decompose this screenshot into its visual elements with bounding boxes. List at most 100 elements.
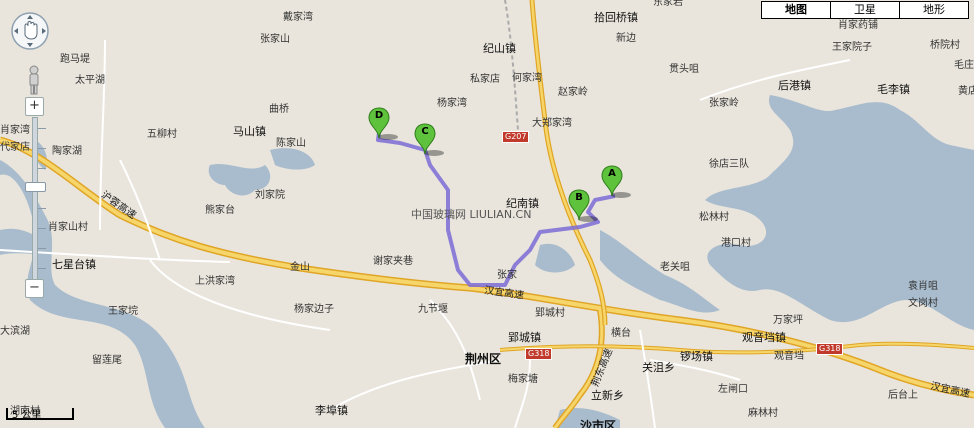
place-label: 刘家院	[255, 190, 285, 201]
place-label: 陶家湖	[52, 146, 82, 157]
zoom-slider-thumb[interactable]	[25, 182, 46, 192]
zoom-level-tick	[38, 208, 46, 209]
place-label: 老关咀	[660, 262, 690, 273]
place-label: 袁肖咀	[908, 281, 938, 292]
place-label: 赵家岭	[558, 87, 588, 98]
zoom-level-tick	[38, 228, 46, 229]
place-label: 肖家药铺	[838, 20, 878, 31]
place-label: 沙市区	[580, 419, 617, 428]
place-label: 立新乡	[591, 389, 624, 402]
place-label: 金山	[290, 262, 310, 273]
place-label: 曲桥	[269, 104, 289, 115]
place-label: 跑马堤	[60, 54, 90, 65]
place-label: 关沮乡	[642, 361, 675, 374]
place-label: 杨家边子	[294, 304, 334, 315]
place-label: 马山镇	[233, 125, 266, 138]
place-label: 大滨湖	[0, 326, 30, 337]
place-label: 王家院子	[832, 42, 872, 53]
place-label: 东家岩	[653, 0, 683, 8]
place-label: 松林村	[699, 212, 729, 223]
scale-tick	[6, 408, 8, 420]
map-canvas[interactable]: 沪蓉高速 汉宜高速 汉宜高速 荆东高速 G207 G318 G318 中国玻璃网…	[0, 0, 974, 428]
place-label: 谢家夹巷	[373, 256, 413, 267]
place-label: 观音垱	[774, 351, 804, 362]
road-g207	[529, 0, 608, 326]
changhu-lake	[705, 95, 974, 330]
scale-label: 5 公里	[12, 410, 42, 421]
place-label: 张家	[497, 270, 517, 281]
marker-d[interactable]: D	[368, 107, 398, 141]
place-label: 七星台镇	[52, 258, 96, 271]
shield-g207: G207	[502, 131, 530, 143]
zoom-level-tick	[38, 268, 46, 269]
lake-mashan-2	[270, 148, 315, 170]
place-label: 肖家山村	[48, 222, 88, 233]
place-label: 太平湖	[75, 75, 105, 86]
place-label: 郢城镇	[508, 331, 541, 344]
place-label: 大郑家湾	[532, 118, 572, 129]
place-label: 万家坪	[773, 315, 803, 326]
map-type-map-button[interactable]: 地图	[762, 2, 831, 18]
lake-jinan	[535, 243, 575, 273]
place-label: 后港镇	[778, 79, 811, 92]
zoom-level-tick	[38, 128, 46, 129]
place-label: 纪山镇	[483, 42, 516, 55]
marker-letter: C	[421, 126, 429, 137]
place-label: 麻林村	[748, 408, 778, 419]
place-label: 毛庄	[954, 60, 974, 71]
place-label: 毛李镇	[877, 83, 910, 96]
marker-a[interactable]: A	[601, 165, 631, 199]
place-label: 桥院村	[930, 40, 960, 51]
shield-g318-west: G318	[525, 348, 553, 360]
place-label: 梅家塘	[508, 374, 538, 385]
place-label: 锣场镇	[680, 350, 713, 363]
map-type-terrain-button[interactable]: 地形	[900, 2, 968, 18]
marker-b[interactable]: B	[568, 189, 598, 223]
scale-tick	[72, 408, 74, 420]
place-label: 郢城村	[535, 308, 565, 319]
place-label: 新边	[616, 33, 636, 44]
place-label: 拾回桥镇	[594, 11, 638, 24]
marker-letter: D	[374, 110, 384, 121]
marker-c[interactable]: C	[414, 123, 444, 157]
zoom-control: + −	[25, 65, 46, 305]
place-label: 后台上	[888, 390, 918, 401]
pan-control[interactable]	[10, 11, 50, 51]
zoom-out-button[interactable]: −	[25, 279, 44, 298]
place-label: 私家店	[470, 74, 500, 85]
place-label: 横台	[611, 328, 631, 339]
street-view-pegman-icon[interactable]	[27, 65, 41, 95]
map-type-satellite-button[interactable]: 卫星	[831, 2, 900, 18]
shield-g318-east: G318	[816, 343, 844, 355]
zoom-in-button[interactable]: +	[25, 97, 44, 116]
scale-bar: 5 公里	[4, 404, 74, 422]
place-label: 黄店	[958, 86, 974, 97]
place-label: 徐店三队	[709, 159, 749, 170]
place-label: 张家山	[260, 34, 290, 45]
place-label: 荆州区	[465, 352, 502, 366]
place-label: 王家垸	[108, 306, 138, 317]
place-label: 戴家湾	[283, 12, 313, 23]
zoom-level-tick	[38, 248, 46, 249]
road-g318	[499, 341, 974, 355]
place-label: 纪南镇	[506, 197, 539, 210]
map-type-control: 地图 卫星 地形	[761, 1, 969, 19]
pan-hand-icon	[11, 12, 49, 50]
place-label: 观音垱镇	[742, 331, 786, 344]
place-label: 五柳村	[147, 129, 177, 140]
marker-letter: A	[608, 168, 616, 179]
place-label: 上洪家湾	[195, 276, 235, 287]
place-label: 九节堰	[418, 304, 448, 315]
marker-letter: B	[575, 192, 583, 203]
place-label: 左闸口	[718, 384, 748, 395]
zoom-level-tick	[38, 168, 46, 169]
place-label: 熊家台	[205, 205, 235, 216]
place-label: 文岗村	[908, 298, 938, 309]
place-label: 何家湾	[512, 73, 542, 84]
railway	[504, 0, 519, 131]
place-label: 港口村	[721, 238, 751, 249]
place-label: 李埠镇	[315, 404, 348, 417]
zoom-level-tick	[38, 148, 46, 149]
place-label: 贯头咀	[669, 64, 699, 75]
zoom-slider-track[interactable]	[25, 117, 46, 297]
